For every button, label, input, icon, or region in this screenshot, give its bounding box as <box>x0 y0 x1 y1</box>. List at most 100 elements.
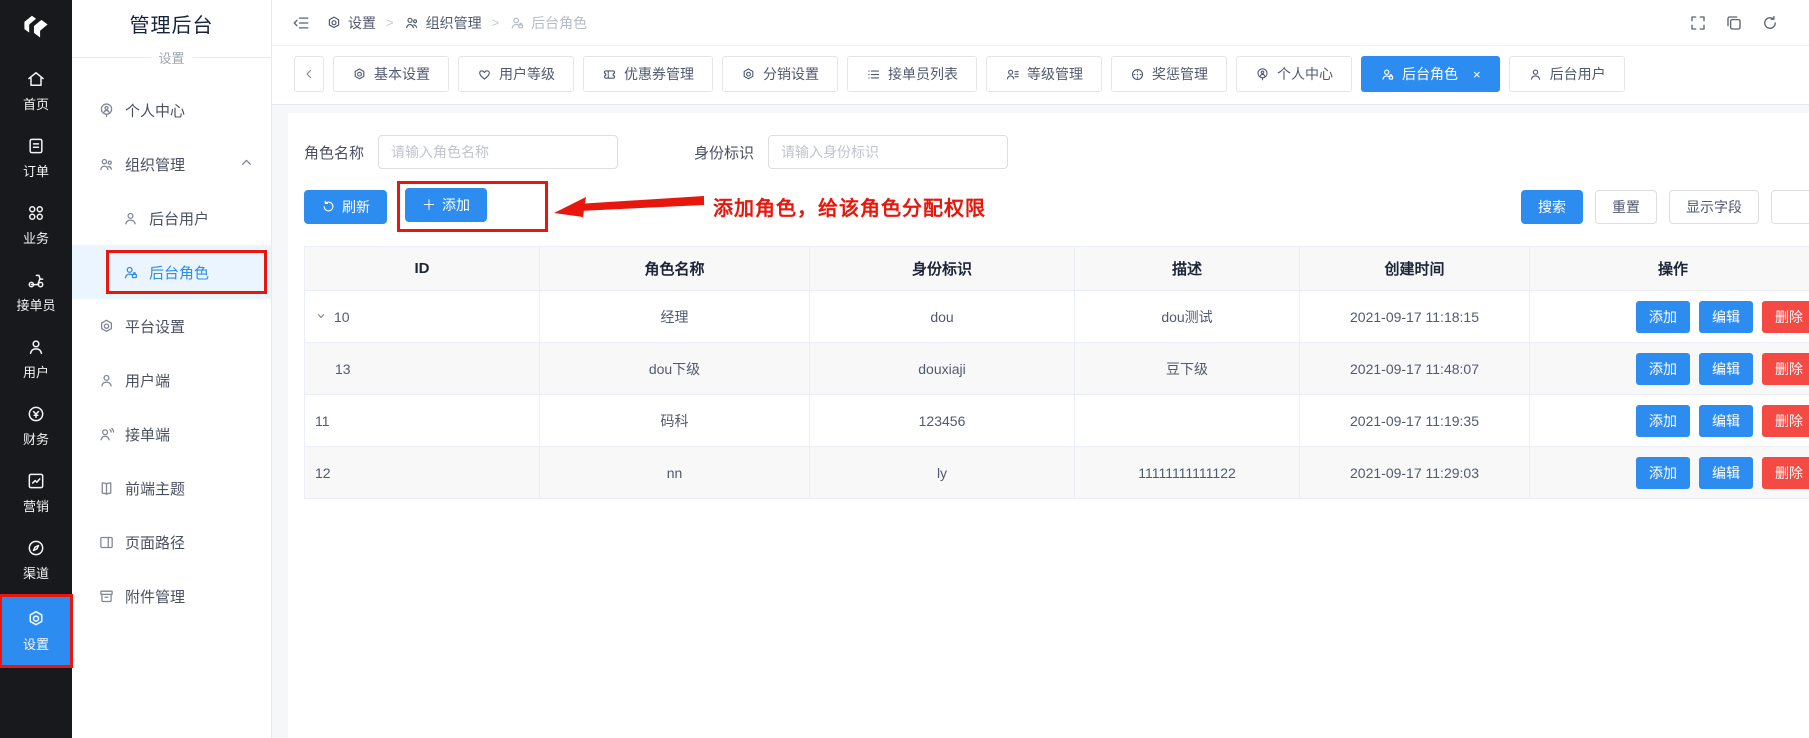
cell-identity: dou <box>810 291 1075 343</box>
sidebar-item-user-client[interactable]: 用户端 <box>72 353 271 407</box>
rail-item-label: 渠道 <box>23 563 49 582</box>
row-add-button[interactable]: 添加 <box>1636 353 1690 385</box>
rail-item-label: 财务 <box>23 429 49 448</box>
tab-admin-roles[interactable]: 后台角色 × <box>1361 56 1500 92</box>
rail-item-settings[interactable]: 设置 <box>0 595 72 667</box>
cell-id: 10 <box>305 291 540 343</box>
sidebar-item-platform-settings[interactable]: 平台设置 <box>72 299 271 353</box>
tab-distribution-settings[interactable]: 分销设置 <box>722 56 838 92</box>
sidebar-item-admin-roles[interactable]: 后台角色 <box>72 245 271 299</box>
row-delete-button[interactable]: 删除 <box>1762 457 1809 489</box>
row-edit-button[interactable]: 编辑 <box>1699 353 1753 385</box>
tags-button[interactable] <box>1725 14 1743 32</box>
column-header: 角色名称 <box>540 247 810 291</box>
cell-id: 13 <box>305 343 540 395</box>
sidebar-item-courier-client[interactable]: 接单端 <box>72 407 271 461</box>
person-icon <box>26 337 46 357</box>
rail-item-couriers[interactable]: 接单员 <box>0 260 72 324</box>
sidebar-item-admin-users[interactable]: 后台用户 <box>72 191 271 245</box>
person-icon <box>122 210 139 227</box>
sidebar-item-frontend-theme[interactable]: 前端主题 <box>72 461 271 515</box>
tab-profile[interactable]: 个人中心 <box>1236 56 1352 92</box>
people-icon <box>404 15 420 31</box>
row-edit-button[interactable]: 编辑 <box>1699 405 1753 437</box>
chevron-left-icon <box>302 67 316 81</box>
row-edit-button[interactable]: 编辑 <box>1699 301 1753 333</box>
cell-description: dou测试 <box>1075 291 1300 343</box>
rail-item-finance[interactable]: 财务 <box>0 394 72 458</box>
add-button[interactable]: ＋ 添加 <box>405 188 487 222</box>
show-fields-button[interactable]: 显示字段 <box>1669 190 1759 224</box>
home-icon <box>26 69 46 89</box>
cell-id: 12 <box>305 447 540 499</box>
sidebar-item-label: 组织管理 <box>125 154 185 175</box>
compass-icon <box>26 538 46 558</box>
sidebar-item-label: 接单端 <box>125 424 170 445</box>
rail-item-business[interactable]: 业务 <box>0 193 72 257</box>
tab-scroll-left-button[interactable] <box>294 56 324 92</box>
clipped-button[interactable] <box>1771 190 1809 224</box>
sidebar-item-page-paths[interactable]: 页面路径 <box>72 515 271 569</box>
rail-item-label: 接单员 <box>16 295 55 314</box>
breadcrumb-settings[interactable]: 设置 <box>326 13 376 33</box>
column-header: 创建时间 <box>1300 247 1530 291</box>
sidebar-item-label: 页面路径 <box>125 532 185 553</box>
roles-card: 角色名称 身份标识 刷新 ＋ 添加 <box>288 113 1809 738</box>
person-signal-icon <box>98 426 115 443</box>
rail-item-channels[interactable]: 渠道 <box>0 528 72 592</box>
cell-operations: 添加 编辑 删除 <box>1530 291 1809 343</box>
refresh-button[interactable]: 刷新 <box>304 190 387 224</box>
menu-collapse-icon <box>292 14 310 32</box>
row-add-button[interactable]: 添加 <box>1636 405 1690 437</box>
tab-close-icon[interactable]: × <box>1473 68 1481 81</box>
coin-icon <box>26 404 46 424</box>
rail-item-marketing[interactable]: 营销 <box>0 461 72 525</box>
tab-basic-settings[interactable]: 基本设置 <box>333 56 449 92</box>
reset-button[interactable]: 重置 <box>1595 190 1657 224</box>
row-add-button[interactable]: 添加 <box>1636 301 1690 333</box>
sidebar-item-attachment-management[interactable]: 附件管理 <box>72 569 271 623</box>
reload-button[interactable] <box>1761 14 1779 32</box>
identity-input[interactable] <box>768 135 1008 169</box>
rail-item-orders[interactable]: 订单 <box>0 126 72 190</box>
row-add-button[interactable]: 添加 <box>1636 457 1690 489</box>
row-edit-button[interactable]: 编辑 <box>1699 457 1753 489</box>
person-lock-icon <box>509 15 525 31</box>
layout-icon <box>98 534 115 551</box>
rail-item-home[interactable]: 首页 <box>0 59 72 123</box>
fullscreen-button[interactable] <box>1689 14 1707 32</box>
tab-label: 分销设置 <box>763 64 819 84</box>
cell-description: 11111111111122 <box>1075 447 1300 499</box>
tab-label: 接单员列表 <box>888 64 958 84</box>
tab-courier-list[interactable]: 接单员列表 <box>847 56 977 92</box>
breadcrumb-separator: > <box>492 15 500 30</box>
expand-caret-icon[interactable] <box>315 310 327 322</box>
cell-created-at: 2021-09-17 11:29:03 <box>1300 447 1530 499</box>
tab-level-management[interactable]: 等级管理 <box>986 56 1102 92</box>
plus-icon: ＋ <box>422 195 436 215</box>
role-name-label: 角色名称 <box>304 142 364 163</box>
tab-admin-users[interactable]: 后台用户 <box>1509 56 1625 92</box>
tags-icon <box>1725 14 1743 32</box>
tab-reward-punishment[interactable]: 奖惩管理 <box>1111 56 1227 92</box>
row-delete-button[interactable]: 删除 <box>1762 405 1809 437</box>
chart-icon <box>26 471 46 491</box>
sidebar-collapse-icon[interactable] <box>292 14 310 32</box>
gear-icon <box>352 67 367 82</box>
row-delete-button[interactable]: 删除 <box>1762 353 1809 385</box>
roles-table: ID角色名称身份标识描述创建时间操作 10 经理 dou dou测试 2021-… <box>304 246 1809 499</box>
cell-identity: douxiaji <box>810 343 1075 395</box>
role-name-input[interactable] <box>378 135 618 169</box>
sidebar-item-profile[interactable]: 个人中心 <box>72 83 271 137</box>
tab-user-levels[interactable]: 用户等级 <box>458 56 574 92</box>
sidebar-item-org-management[interactable]: 组织管理 <box>72 137 271 191</box>
search-button[interactable]: 搜索 <box>1521 190 1583 224</box>
sidebar-item-label: 用户端 <box>125 370 170 391</box>
archive-icon <box>98 588 115 605</box>
tab-coupon-management[interactable]: 优惠券管理 <box>583 56 713 92</box>
tab-label: 优惠券管理 <box>624 64 694 84</box>
row-delete-button[interactable]: 删除 <box>1762 301 1809 333</box>
rail-item-users[interactable]: 用户 <box>0 327 72 391</box>
chevron-up-icon <box>238 154 255 171</box>
breadcrumb-org-management[interactable]: 组织管理 <box>404 13 482 33</box>
